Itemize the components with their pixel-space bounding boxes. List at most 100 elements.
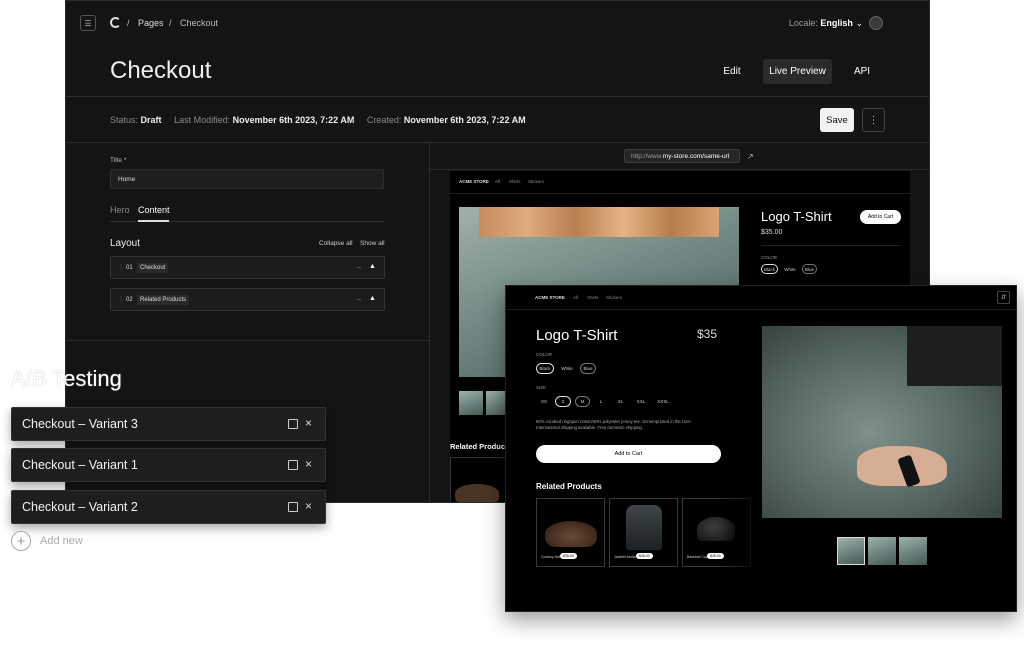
edit-icon[interactable] [288,419,298,429]
more-options-icon[interactable]: ⋮ [862,108,885,132]
chevron-down-icon: ⌄ [855,18,863,28]
layout-block-row[interactable]: ⋮ 02 Related Products -- ▲ [110,288,385,311]
modified-label: Last Modified: [174,115,231,125]
close-icon[interactable]: × [305,457,312,471]
tab-hero[interactable]: Hero [110,205,130,215]
block-name: Checkout [137,263,169,273]
add-icon[interactable]: + [11,531,31,551]
color-blue[interactable]: Blue [802,264,817,274]
size-xxxl[interactable]: XXXL [653,396,673,407]
tab-edit[interactable]: Edit [714,59,750,84]
store-preview-front: ACME STORE All Shirts Stickers ⇵ Logo T-… [505,285,1017,612]
carousel-fade [721,486,761,576]
user-avatar[interactable] [869,16,883,30]
active-tab-indicator [138,220,169,222]
color-black[interactable]: Black [761,264,778,274]
preview-url-field[interactable]: http://www.my-store.com/same-url [624,149,740,163]
pane-divider [429,143,430,502]
color-label: COLOR [761,255,778,260]
status-value: Draft [140,115,162,125]
related-product-card[interactable]: Cowboy Hat $35.00 [536,498,605,567]
color-blue[interactable]: Blue [580,363,596,374]
variant-item[interactable]: Checkout – Variant 2 × [11,490,326,524]
drag-handle-icon[interactable]: ⋮ [118,264,124,271]
nav-stickers[interactable]: Stickers [528,179,544,184]
tab-content[interactable]: Content [138,205,170,215]
divider [761,245,901,246]
locale-selector[interactable]: Locale: English ⌄ [789,18,863,29]
thumbnail[interactable] [837,537,865,565]
breadcrumb-separator: / [169,18,172,28]
size-xs[interactable]: XS [536,396,552,407]
breadcrumb-pages[interactable]: Pages [138,18,164,28]
external-link-icon[interactable]: ↗ [747,152,754,161]
thumbnail[interactable] [459,391,483,415]
size-m[interactable]: M [575,396,590,407]
close-icon[interactable]: × [305,499,312,513]
store-name: ACME STORE [535,295,565,300]
document-status: Status: Draft Last Modified: November 6t… [110,115,526,125]
hoodie-image [626,505,662,550]
title-input[interactable]: Home [110,169,384,189]
related-product-name: Cowboy Hat [541,555,561,559]
nav-all[interactable]: All [495,179,500,184]
related-product-card[interactable] [450,457,508,502]
tab-live-preview[interactable]: Live Preview [763,59,832,84]
block-options[interactable]: -- [357,297,361,303]
related-product-card[interactable]: Jacket/Hoodie $45.00 [609,498,678,567]
thumbnail[interactable] [899,537,927,565]
layout-heading: Layout [110,238,141,249]
variant-label: Checkout – Variant 3 [22,417,138,431]
nav-shirts[interactable]: Shirts [509,179,521,184]
thumbnail[interactable] [868,537,896,565]
tab-api[interactable]: API [846,59,878,84]
variant-item[interactable]: Checkout – Variant 3 × [11,407,326,441]
chevron-up-icon[interactable]: ▲ [369,263,376,270]
variant-item[interactable]: Checkout – Variant 1 × [11,448,326,482]
divider [450,193,910,194]
color-white[interactable]: White [782,264,798,274]
block-options[interactable]: -- [357,265,361,271]
related-product-name: Jacket/Hoodie [614,555,637,559]
cart-icon[interactable]: ⇵ [997,291,1010,304]
product-price: $35.00 [761,229,783,236]
layout-block-row[interactable]: ⋮ 01 Checkout -- ▲ [110,256,385,279]
collapse-all-button[interactable]: Collapse all [319,240,353,247]
nav-shirts[interactable]: Shirts [587,295,599,300]
size-l[interactable]: L [594,396,608,407]
page-title: Checkout [110,57,212,84]
breadcrumb-checkout[interactable]: Checkout [180,18,218,28]
drag-handle-icon[interactable]: ⋮ [118,296,124,303]
url-prefix: http://www. [631,153,663,160]
variant-label: Checkout – Variant 1 [22,458,138,472]
created-label: Created: [366,115,402,125]
add-new-variant-button[interactable]: Add new [40,535,83,547]
color-white[interactable]: White [558,363,576,374]
edit-icon[interactable] [288,502,298,512]
edit-icon[interactable] [288,460,298,470]
related-products-heading: Related Products [536,482,602,491]
color-black[interactable]: Black [536,363,554,374]
menu-icon[interactable]: ☰ [80,15,96,31]
app-logo-icon[interactable] [110,17,121,28]
ab-testing-heading: A/B Testing [11,366,122,391]
add-to-cart-button[interactable]: Add to Cart [536,445,721,463]
store-name: ACME STORE [459,179,489,184]
size-xl[interactable]: XL [613,396,628,407]
chevron-up-icon[interactable]: ▲ [369,295,376,302]
size-label: SIZE [536,385,547,390]
nav-stickers[interactable]: Stickers [606,295,622,300]
block-number: 02 [126,297,133,303]
size-xxl[interactable]: XXL [632,396,650,407]
product-image-model [762,326,1002,518]
nav-all[interactable]: All [573,295,578,300]
show-all-button[interactable]: Show all [360,240,385,247]
save-button[interactable]: Save [820,108,854,132]
close-icon[interactable]: × [305,416,312,430]
product-description: 60% combed ringspun cotton/40% polyester… [536,419,692,431]
color-label: COLOR [536,352,553,357]
title-field-label: Title * [110,157,127,164]
size-s[interactable]: S [555,396,571,407]
url-host: my-store.com/same-url [662,153,730,160]
add-to-cart-button[interactable]: Add to Cart [860,210,901,224]
